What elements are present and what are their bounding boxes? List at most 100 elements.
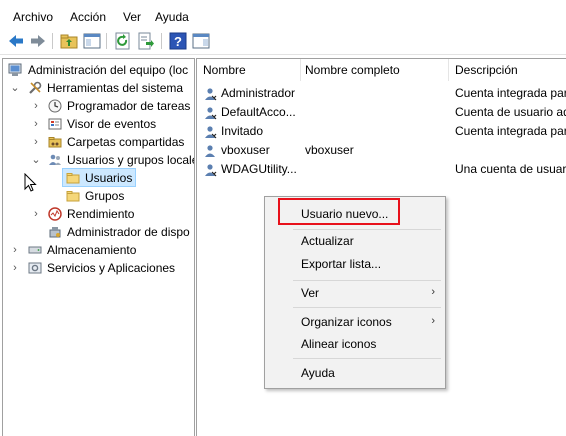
- computer-management-icon: [8, 63, 22, 76]
- tree-item-local-users-groups[interactable]: ⌄ Usuarios y grupos locale: [3, 151, 194, 169]
- shared-folder-icon: [48, 137, 62, 148]
- menu-item-arrange-icons[interactable]: Organizar iconos: [301, 312, 441, 332]
- chevron-right-icon[interactable]: ›: [9, 259, 21, 277]
- export-list-icon[interactable]: [137, 32, 155, 50]
- table-row[interactable]: Administrador Cuenta integrada par: [197, 84, 566, 103]
- column-header-fullname[interactable]: Nombre completo: [299, 59, 449, 81]
- tree-item-performance[interactable]: › Rendimiento: [3, 205, 194, 223]
- tree-item-task-scheduler[interactable]: › Programador de tareas: [3, 97, 194, 115]
- user-name: vboxuser: [221, 143, 270, 157]
- tree-label-storage: Almacenamiento: [47, 243, 137, 257]
- tree-item-storage[interactable]: › Almacenamiento: [3, 241, 194, 259]
- menu-bar: Archivo Acción Ver Ayuda: [0, 6, 566, 28]
- menu-separator: [293, 229, 441, 230]
- chevron-right-icon[interactable]: ›: [30, 97, 42, 115]
- submenu-arrow-icon: ›: [431, 286, 435, 298]
- chevron-right-icon[interactable]: ›: [30, 133, 42, 151]
- tree-label-performance: Rendimiento: [67, 207, 135, 221]
- user-name: Administrador: [221, 86, 296, 100]
- svg-text:?: ?: [174, 34, 182, 49]
- toolbar-separator: [161, 33, 162, 49]
- menu-separator: [293, 280, 441, 281]
- menu-separator: [293, 358, 441, 359]
- mouse-cursor-icon: [24, 173, 37, 192]
- tree-label-local-users-groups: Usuarios y grupos locale: [67, 153, 195, 167]
- user-icon: [205, 126, 217, 139]
- menu-item-view[interactable]: Ver: [301, 283, 441, 303]
- refresh-icon[interactable]: [114, 32, 132, 50]
- tree-label-services-apps: Servicios y Aplicaciones: [47, 261, 176, 275]
- folder-icon: [66, 173, 80, 184]
- user-description: Cuenta de usuario ad: [455, 105, 566, 119]
- back-arrow-icon[interactable]: [7, 32, 25, 50]
- performance-icon: [48, 207, 62, 221]
- chevron-right-icon[interactable]: ›: [30, 115, 42, 133]
- menu-item-line-up-icons[interactable]: Alinear iconos: [301, 334, 376, 354]
- clock-icon: [48, 99, 62, 113]
- menu-ver[interactable]: Ver: [123, 10, 141, 24]
- toolbar-separator: [52, 33, 53, 49]
- user-icon: [205, 145, 215, 157]
- user-description: Cuenta integrada par: [455, 124, 566, 138]
- tree-item-root[interactable]: Administración del equipo (loc: [3, 61, 194, 79]
- help-icon[interactable]: ?: [169, 32, 187, 50]
- tree-item-services-apps[interactable]: › Servicios y Aplicaciones: [3, 259, 194, 277]
- menu-item-view-label: Ver: [301, 286, 320, 300]
- users-groups-icon: [49, 154, 61, 165]
- user-fullname: vboxuser: [305, 143, 354, 157]
- user-name: DefaultAcco...: [221, 105, 296, 119]
- tree-item-device-manager[interactable]: Administrador de dispo: [3, 223, 194, 241]
- user-name: Invitado: [221, 124, 264, 138]
- tree-label-shared-folders: Carpetas compartidas: [67, 135, 185, 149]
- device-manager-icon: [49, 227, 61, 238]
- user-description: Una cuenta de usuario: [455, 162, 566, 176]
- menu-item-arrange-icons-label: Organizar iconos: [301, 315, 392, 329]
- user-description: Cuenta integrada par: [455, 86, 566, 100]
- tree-label-event-viewer: Visor de eventos: [67, 117, 157, 131]
- column-header-name[interactable]: Nombre: [197, 59, 301, 81]
- user-icon: [205, 164, 217, 177]
- chevron-down-icon[interactable]: ⌄: [30, 151, 42, 169]
- table-row[interactable]: vboxuser vboxuser: [197, 141, 566, 160]
- up-folder-icon[interactable]: [60, 32, 78, 50]
- show-hide-tree-icon[interactable]: [83, 32, 101, 50]
- menu-archivo[interactable]: Archivo: [13, 10, 53, 24]
- tree-label-task-scheduler: Programador de tareas: [67, 99, 191, 113]
- chevron-right-icon[interactable]: ›: [30, 205, 42, 223]
- user-icon: [205, 88, 217, 101]
- tree-label-groups: Grupos: [85, 189, 125, 203]
- toolbar-separator: [106, 33, 107, 49]
- menu-separator: [293, 307, 441, 308]
- toolbar: ?: [0, 28, 566, 55]
- show-hide-action-pane-icon[interactable]: [192, 32, 210, 50]
- table-row[interactable]: Invitado Cuenta integrada par: [197, 122, 566, 141]
- services-icon: [28, 262, 42, 274]
- table-row[interactable]: DefaultAcco... Cuenta de usuario ad: [197, 103, 566, 122]
- user-icon: [205, 107, 217, 120]
- menu-item-refresh[interactable]: Actualizar: [301, 231, 354, 251]
- tree-item-shared-folders[interactable]: › Carpetas compartidas: [3, 133, 194, 151]
- storage-icon: [28, 246, 42, 254]
- menu-ayuda[interactable]: Ayuda: [155, 10, 189, 24]
- tree-label-device-manager: Administrador de dispo: [67, 225, 190, 239]
- tree-item-system-tools[interactable]: ⌄ Herramientas del sistema: [3, 79, 194, 97]
- menu-item-export-list[interactable]: Exportar lista...: [301, 254, 381, 274]
- tree-label-system-tools: Herramientas del sistema: [47, 81, 184, 95]
- folder-icon: [66, 191, 80, 202]
- column-header-description[interactable]: Descripción: [449, 59, 566, 81]
- submenu-arrow-icon: ›: [431, 315, 435, 327]
- chevron-down-icon[interactable]: ⌄: [9, 79, 21, 97]
- annotation-highlight-box: [278, 198, 400, 225]
- console-tree-pane: Administración del equipo (loc ⌄ Herrami…: [2, 58, 195, 436]
- event-viewer-icon: [48, 118, 62, 130]
- menu-item-help[interactable]: Ayuda: [301, 363, 335, 383]
- menu-accion[interactable]: Acción: [70, 10, 106, 24]
- table-row[interactable]: WDAGUtility... Una cuenta de usuario: [197, 160, 566, 179]
- chevron-right-icon[interactable]: ›: [9, 241, 21, 259]
- tree-label-users: Usuarios: [85, 171, 133, 185]
- tools-icon: [29, 81, 42, 94]
- forward-arrow-icon[interactable]: [29, 32, 47, 50]
- tree-label-root: Administración del equipo (loc: [28, 63, 189, 77]
- tree-item-event-viewer[interactable]: › Visor de eventos: [3, 115, 194, 133]
- user-name: WDAGUtility...: [221, 162, 297, 176]
